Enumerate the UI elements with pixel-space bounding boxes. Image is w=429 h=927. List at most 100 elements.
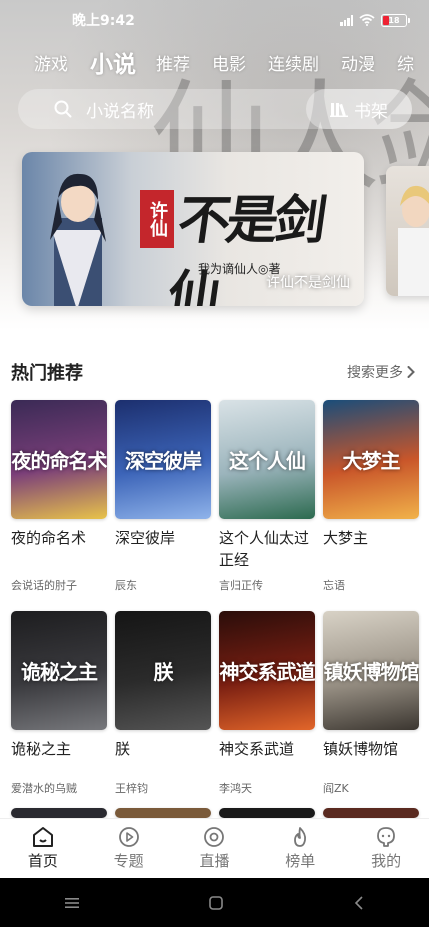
banner-caption: 许仙不是剑仙 bbox=[266, 275, 350, 291]
tab-5[interactable]: 动漫 bbox=[341, 50, 375, 75]
book-author: 爱潜水的乌贼 bbox=[11, 782, 77, 795]
next-slide-character-art bbox=[398, 185, 429, 296]
book-author: 李鸿天 bbox=[219, 782, 252, 795]
tab-4[interactable]: 连续剧 bbox=[268, 50, 319, 75]
book-cover[interactable]: 大梦主 bbox=[323, 400, 419, 519]
nav-item-4[interactable]: 我的 bbox=[351, 826, 421, 871]
book-author: 会说话的肘子 bbox=[11, 579, 77, 592]
book-cover[interactable] bbox=[219, 808, 315, 818]
nav-label: 专题 bbox=[113, 852, 144, 870]
book-title[interactable]: 这个人仙太过正经 bbox=[219, 527, 315, 571]
book-cover-title: 镇妖博物馆 bbox=[323, 660, 420, 685]
banner-next-slide[interactable] bbox=[386, 166, 429, 296]
nav-label: 首页 bbox=[27, 852, 58, 870]
signal-icon bbox=[340, 14, 353, 26]
book-author: 忘语 bbox=[323, 579, 345, 592]
book-cover[interactable]: 朕 bbox=[115, 611, 211, 730]
book-cover-title: 深空彼岸 bbox=[125, 449, 202, 474]
bookshelf-icon bbox=[330, 103, 348, 117]
bottom-nav: 首页 专题 直播 榜单 我的 bbox=[0, 818, 429, 878]
book-cover-title: 夜的命名术 bbox=[11, 449, 108, 474]
book-title[interactable]: 镇妖博物馆 bbox=[323, 738, 419, 774]
book-card[interactable]: 神交系武道 神交系武道 李鸿天 bbox=[219, 611, 315, 796]
book-grid: 夜的命名术 夜的命名术 会说话的肘子 深空彼岸 深空彼岸 辰东 这个人仙 这个人仙太过正经 言归… bbox=[11, 400, 419, 818]
tab-6[interactable]: 综 bbox=[397, 50, 414, 75]
nav-item-3[interactable]: 榜单 bbox=[265, 826, 335, 871]
book-title[interactable]: 朕 bbox=[115, 738, 211, 774]
book-cover-title: 这个人仙 bbox=[229, 449, 306, 474]
book-card[interactable]: 诡秘之主 诡秘之主 爱潜水的乌贼 bbox=[11, 611, 107, 796]
bookshelf-button[interactable]: 书架 bbox=[306, 89, 412, 129]
banner-slide[interactable]: 许仙 不是剑仙 我为谪仙人◎著 许仙不是剑仙 bbox=[22, 152, 364, 306]
banner-character-art bbox=[50, 173, 106, 306]
flame-icon bbox=[288, 826, 312, 850]
book-cover[interactable]: 诡秘之主 bbox=[11, 611, 107, 730]
hot-section-title: 热门推荐 bbox=[11, 363, 83, 384]
chevron-right-icon bbox=[407, 366, 415, 378]
book-cover[interactable]: 镇妖博物馆 bbox=[323, 611, 419, 730]
tab-1[interactable]: 小说 bbox=[90, 45, 136, 79]
book-card[interactable]: 镇妖博物馆 镇妖博物馆 阎ZK bbox=[323, 611, 419, 796]
book-card[interactable]: 朕朕王梓钧 bbox=[115, 611, 211, 796]
profile-icon bbox=[374, 826, 398, 850]
book-cover[interactable]: 这个人仙 bbox=[219, 400, 315, 519]
book-card[interactable]: 深空彼岸 深空彼岸 辰东 bbox=[115, 400, 211, 593]
search-more-link[interactable]: 搜索更多 bbox=[347, 362, 415, 382]
nav-item-1[interactable]: 专题 bbox=[94, 826, 164, 871]
book-cover-title: 诡秘之主 bbox=[21, 660, 98, 685]
search-icon bbox=[54, 100, 72, 118]
live-icon bbox=[202, 826, 226, 850]
play-icon bbox=[117, 826, 141, 850]
status-time: 晚上9:42 bbox=[72, 13, 135, 29]
book-cover[interactable] bbox=[323, 808, 419, 818]
book-title[interactable]: 夜的命名术 bbox=[11, 527, 107, 571]
book-cover[interactable] bbox=[11, 808, 107, 818]
book-author: 王梓钧 bbox=[115, 782, 148, 795]
book-cover[interactable]: 夜的命名术 bbox=[11, 400, 107, 519]
category-tabs: 游戏 小说 推荐 电影 连续剧 动漫综 bbox=[0, 44, 429, 80]
nav-label: 直播 bbox=[199, 852, 230, 870]
home-square-icon[interactable] bbox=[209, 895, 224, 910]
book-card[interactable]: 这个人仙这个人仙太过正经言归正传 bbox=[219, 400, 315, 593]
battery-icon: 18 bbox=[381, 13, 410, 27]
book-cover[interactable] bbox=[115, 808, 211, 818]
tab-0[interactable]: 游戏 bbox=[34, 50, 68, 75]
book-author: 言归正传 bbox=[219, 579, 263, 592]
nav-label: 我的 bbox=[371, 852, 402, 870]
menu-icon[interactable] bbox=[65, 897, 80, 909]
search-more-label: 搜索更多 bbox=[347, 365, 403, 381]
back-icon[interactable] bbox=[354, 895, 364, 910]
search-placeholder: 小说名称 bbox=[86, 101, 154, 122]
banner-seal: 许仙 bbox=[140, 190, 174, 248]
book-title[interactable]: 深空彼岸 bbox=[115, 527, 211, 571]
book-card[interactable]: 夜的命名术 夜的命名术 会说话的肘子 bbox=[11, 400, 107, 593]
hot-section-header: 热门推荐 搜索更多 bbox=[11, 358, 415, 386]
wifi-icon bbox=[359, 14, 375, 26]
status-icons: 18 bbox=[340, 13, 410, 27]
system-nav-bar bbox=[0, 878, 429, 927]
book-card-partial[interactable] bbox=[323, 808, 419, 818]
book-cover[interactable]: 神交系武道 bbox=[219, 611, 315, 730]
home-icon bbox=[31, 826, 55, 850]
tab-2[interactable]: 推荐 bbox=[156, 50, 190, 75]
book-title[interactable]: 大梦主 bbox=[323, 527, 419, 571]
battery-level: 18 bbox=[388, 15, 400, 25]
book-title[interactable]: 诡秘之主 bbox=[11, 738, 107, 774]
book-card-partial[interactable] bbox=[219, 808, 315, 818]
bookshelf-label: 书架 bbox=[354, 101, 388, 122]
book-author: 辰东 bbox=[115, 579, 137, 592]
book-cover-title: 朕 bbox=[153, 660, 174, 685]
book-cover[interactable]: 深空彼岸 bbox=[115, 400, 211, 519]
book-card-partial[interactable] bbox=[11, 808, 107, 818]
nav-item-2[interactable]: 直播 bbox=[179, 826, 249, 871]
book-cover-title: 大梦主 bbox=[342, 449, 401, 474]
book-cover-title: 神交系武道 bbox=[219, 660, 316, 685]
book-title[interactable]: 神交系武道 bbox=[219, 738, 315, 774]
nav-label: 榜单 bbox=[285, 852, 316, 870]
search-row: 小说名称 书架 bbox=[18, 89, 412, 129]
tab-3[interactable]: 电影 bbox=[212, 50, 246, 75]
book-card[interactable]: 大梦主 大梦主 忘语 bbox=[323, 400, 419, 593]
book-author: 阎ZK bbox=[323, 782, 349, 795]
book-card-partial[interactable] bbox=[115, 808, 211, 818]
nav-item-0[interactable]: 首页 bbox=[8, 826, 78, 871]
